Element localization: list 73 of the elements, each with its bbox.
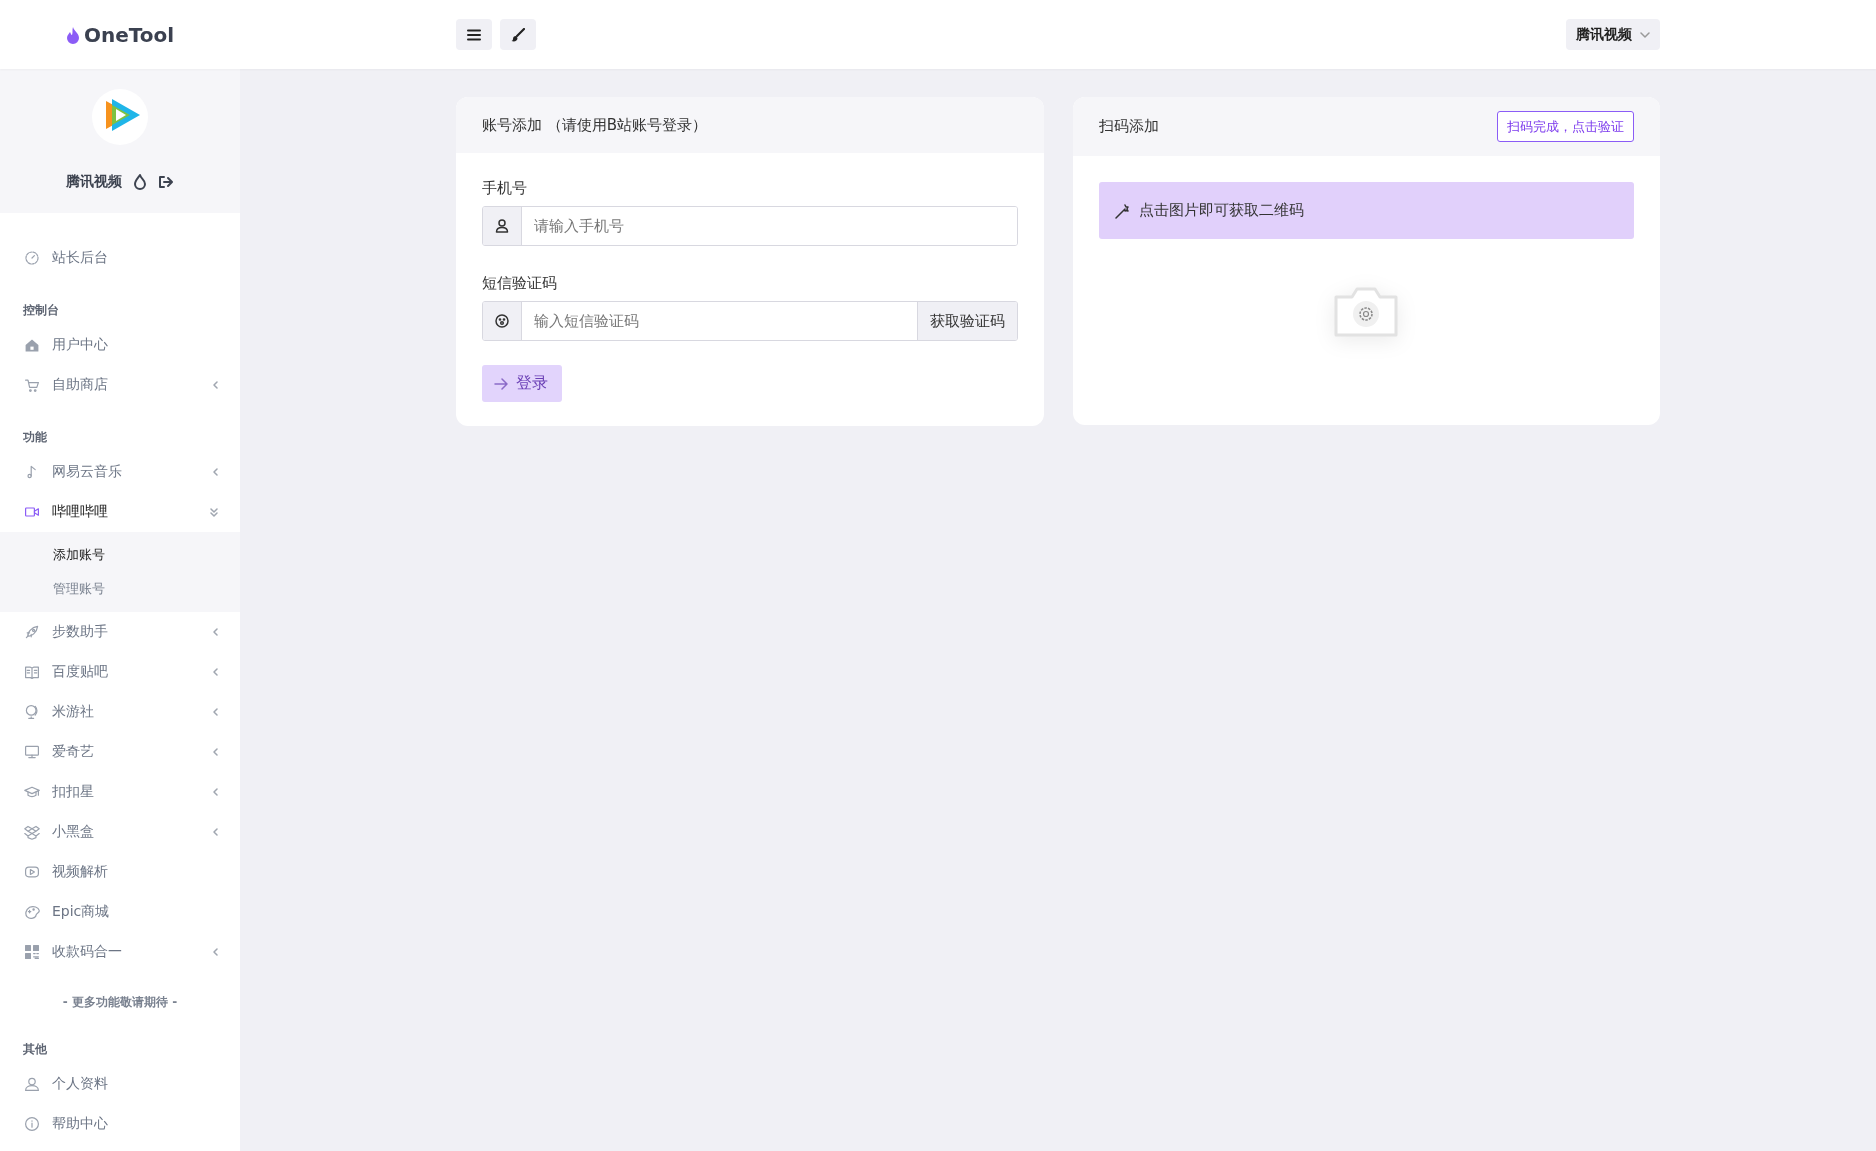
card-title: 账号添加 （请使用B站账号登录） xyxy=(482,115,708,135)
chevron-left-icon xyxy=(213,628,218,636)
submenu-item[interactable]: 添加账号 xyxy=(0,538,240,572)
menu-item[interactable]: 百度贴吧 xyxy=(0,652,240,692)
chevron-left-icon xyxy=(213,381,218,389)
flame-icon xyxy=(134,174,146,190)
card-title: 扫码添加 xyxy=(1098,117,1159,136)
menu-heading: 控制台 xyxy=(22,302,60,319)
chevron-left-icon xyxy=(213,468,218,476)
menu-item[interactable]: 步数助手 xyxy=(0,612,240,652)
menu-item[interactable]: 小黑盒 xyxy=(0,812,240,852)
verify-button[interactable]: 扫码完成，点击验证 xyxy=(1497,111,1634,142)
site-dropdown[interactable]: 腾讯视频 xyxy=(1566,19,1660,50)
gauge-icon xyxy=(24,250,40,266)
menu-item[interactable]: Epic商城 xyxy=(0,892,240,932)
field-label: 手机号 xyxy=(482,179,528,198)
user-icon xyxy=(24,1076,40,1092)
submenu-item[interactable]: 管理账号 xyxy=(0,572,240,606)
phone-field[interactable]: 请输入手机号 xyxy=(482,206,1018,246)
hint-alert: 点击图片即可获取二维码 xyxy=(1098,182,1634,239)
menu-item[interactable]: 米游社 xyxy=(0,692,240,732)
chevron-left-icon xyxy=(213,668,218,676)
monitor-icon xyxy=(24,744,40,760)
chevron-down-icon xyxy=(1640,31,1650,38)
logo-text: OneTool xyxy=(83,22,175,47)
more-coming-note: - 更多功能敬请期待 - xyxy=(61,994,179,1011)
qr-code-icon xyxy=(24,944,40,960)
code-field[interactable]: 输入短信验证码 获取验证码 xyxy=(482,301,1018,341)
chevron-left-icon xyxy=(213,708,218,716)
menu-heading: 功能 xyxy=(22,429,48,446)
chevron-left-icon xyxy=(213,748,218,756)
play-icon xyxy=(24,864,40,880)
brush-icon xyxy=(511,27,525,42)
menu-item[interactable]: 爱奇艺 xyxy=(0,732,240,772)
chevron-left-icon xyxy=(213,788,218,796)
user-icon xyxy=(495,219,509,233)
menu-item[interactable]: 哔哩哔哩 xyxy=(0,492,240,532)
logout-icon xyxy=(158,175,174,189)
video-camera-icon xyxy=(24,504,40,520)
chevron-left-icon xyxy=(213,828,218,836)
menu-item[interactable]: 视频解析 xyxy=(0,852,240,892)
boxes-icon xyxy=(24,824,40,840)
house-icon xyxy=(24,337,40,353)
menu-heading: 其他 xyxy=(22,1041,48,1058)
menu-item[interactable]: 扣扣星 xyxy=(0,772,240,812)
rocket-icon xyxy=(24,624,40,640)
menu-item[interactable]: 个人资料 xyxy=(0,1064,240,1104)
info-icon xyxy=(24,1116,40,1132)
menu-item[interactable]: 网易云音乐 xyxy=(0,452,240,492)
menu-icon xyxy=(467,28,481,41)
menu-item[interactable]: 站长后台 xyxy=(0,238,240,278)
gamepad-icon xyxy=(24,904,40,920)
cart-icon xyxy=(24,377,40,393)
menu-item[interactable]: 收款码合一 xyxy=(0,932,240,972)
double-chevron-down-icon xyxy=(210,507,218,517)
book-icon xyxy=(24,664,40,680)
arrow-right-icon xyxy=(494,377,508,390)
chevron-left-icon xyxy=(213,948,218,956)
graduation-cap-icon xyxy=(24,784,40,800)
magic-wand-icon xyxy=(1114,202,1131,219)
menu-item[interactable]: 帮助中心 xyxy=(0,1104,240,1144)
theme-button[interactable] xyxy=(500,19,536,50)
flame-icon xyxy=(65,25,80,44)
menu-item[interactable]: 自助商店 xyxy=(0,365,240,405)
surprised-face-icon xyxy=(495,314,509,328)
login-button[interactable]: 登录 xyxy=(482,365,562,402)
get-code-button[interactable]: 获取验证码 xyxy=(916,302,1017,340)
app-logo xyxy=(92,89,148,145)
menu-item[interactable]: 用户中心 xyxy=(0,325,240,365)
profile-name: 腾讯视频 xyxy=(66,173,122,191)
menu-button[interactable] xyxy=(456,19,492,50)
globe-icon xyxy=(24,704,40,720)
field-label: 短信验证码 xyxy=(482,274,558,293)
